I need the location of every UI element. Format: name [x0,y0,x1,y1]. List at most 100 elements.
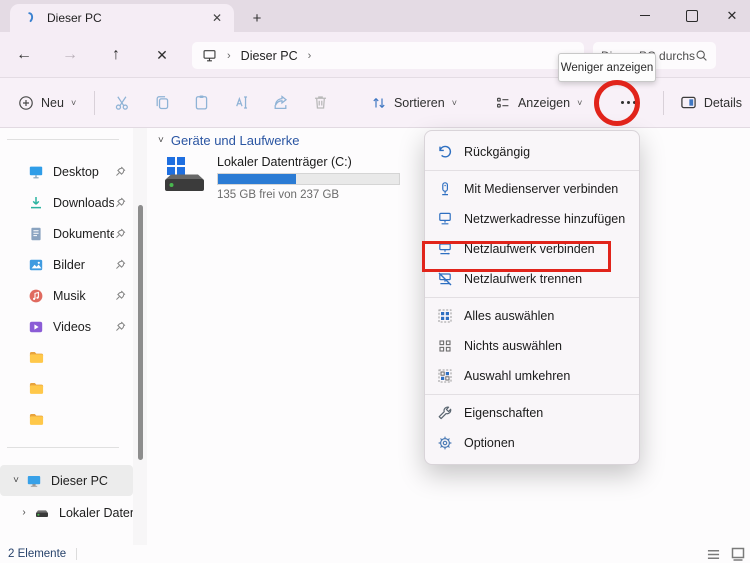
paste-icon [193,94,210,111]
properties-icon [437,405,453,421]
details-button[interactable]: Details [672,88,750,117]
details-button-label: Details [704,96,742,110]
view-button-label: Anzeigen [518,96,570,110]
minimize-button[interactable] [625,0,665,31]
menu-item-label: Eigenschaften [464,406,543,420]
sidebar-item-documents[interactable]: Dokumente [0,218,133,249]
menu-item-label: Netzlaufwerk trennen [464,272,582,286]
sidebar-item-label: Dieser PC [51,474,133,488]
menu-item-label: Mit Medienserver verbinden [464,182,618,196]
pin-icon [114,258,127,271]
more-button[interactable] [612,86,645,120]
pin-icon [114,196,127,209]
chevron-down-icon[interactable]: ˅ [8,475,24,486]
sidebar-item-folder[interactable] [0,373,133,404]
search-icon [695,49,708,62]
sort-button-label: Sortieren [394,96,445,110]
copy-button[interactable] [146,86,179,120]
rename-button[interactable] [225,86,258,120]
menu-item-options[interactable]: Optionen [425,428,639,458]
breadcrumb-root[interactable]: Dieser PC [241,49,298,63]
menu-item-add-network-address[interactable]: Netzwerkadresse hinzufügen [425,204,639,234]
list-view-icon[interactable] [706,548,721,561]
delete-button[interactable] [304,86,337,120]
sidebar-item-videos[interactable]: Videos [0,311,133,342]
cut-icon [114,94,131,111]
sidebar-item-local-disk[interactable]: › Lokaler Datent [0,497,133,528]
sort-button[interactable]: Sortieren ˅ [363,89,465,117]
menu-separator [425,297,639,298]
large-icons-view-icon[interactable] [730,547,746,561]
cut-button[interactable] [106,86,139,120]
address-bar[interactable]: › Dieser PC › [192,42,584,69]
sidebar-item-label: Videos [53,320,114,334]
paste-button[interactable] [185,86,218,120]
menu-item-map-network-drive[interactable]: Netzlaufwerk verbinden [425,234,639,264]
sidebar-item-folder[interactable] [0,404,133,435]
sidebar: Desktop Downloads Dokumente Bilder [0,128,133,545]
menu-item-properties[interactable]: Eigenschaften [425,398,639,428]
toolbar-divider [94,91,95,115]
menu-item-invert-selection[interactable]: Auswahl umkehren [425,361,639,391]
sidebar-scrollbar-thumb[interactable] [138,205,143,460]
tab-icon [24,11,38,25]
menu-item-media-server[interactable]: Mit Medienserver verbinden [425,174,639,204]
drive-usage-text: 135 GB frei von 237 GB [217,189,400,201]
status-divider [76,548,77,560]
share-button[interactable] [265,86,298,120]
sidebar-item-music[interactable]: Musik [0,280,133,311]
new-button[interactable]: Neu ˅ [10,89,84,117]
menu-separator [425,170,639,171]
delete-icon [312,94,329,111]
chevron-right-icon[interactable]: › [16,507,32,518]
sidebar-item-label: Dokumente [53,227,114,241]
desktop-icon [28,164,44,180]
details-pane-icon [680,94,697,111]
drive-icon [34,505,50,521]
view-button[interactable]: Anzeigen ˅ [487,89,590,117]
new-icon [18,95,34,111]
select-all-icon [437,308,453,324]
menu-item-disconnect-network-drive[interactable]: Netzlaufwerk trennen [425,264,639,294]
sidebar-item-folder[interactable] [0,342,133,373]
menu-item-label: Nichts auswählen [464,339,562,353]
pin-icon [114,320,127,333]
tooltip: Weniger anzeigen [558,53,656,82]
sidebar-item-this-pc[interactable]: ˅ Dieser PC [0,465,133,496]
explorer-tab[interactable]: Dieser PC ✕ [10,4,234,32]
chevron-down-icon: ˅ [158,135,164,146]
menu-item-undo[interactable]: Rückgängig [425,137,639,167]
sidebar-item-label: Downloads [53,196,114,210]
sidebar-item-label: Desktop [53,165,114,179]
back-button[interactable]: ← [10,42,38,68]
media-server-icon [437,181,453,197]
close-button[interactable]: ✕ [712,0,750,31]
up-button[interactable]: ↑ [102,42,130,68]
section-header[interactable]: ˅ Geräte und Laufwerke [158,133,299,148]
folder-icon [28,380,45,397]
pin-icon [114,289,127,302]
folder-icon [28,411,45,428]
tab-title: Dieser PC [47,11,208,25]
this-pc-icon [202,48,217,63]
tab-close-icon[interactable]: ✕ [208,9,226,27]
disconnect-network-drive-icon [437,271,453,287]
maximize-button[interactable] [672,0,712,31]
view-icon [495,95,511,111]
new-tab-button[interactable]: + [246,8,268,28]
sidebar-item-pictures[interactable]: Bilder [0,249,133,280]
sidebar-item-downloads[interactable]: Downloads [0,187,133,218]
forward-button[interactable]: → [56,42,84,68]
sidebar-divider [7,139,119,140]
videos-icon [28,319,44,335]
menu-item-label: Optionen [464,436,515,450]
stop-button[interactable]: ✕ [148,42,176,68]
menu-item-select-none[interactable]: Nichts auswählen [425,331,639,361]
sidebar-item-desktop[interactable]: Desktop [0,156,133,187]
drive-item[interactable]: Lokaler Datenträger (C:) 135 GB frei von… [162,155,400,201]
menu-item-select-all[interactable]: Alles auswählen [425,301,639,331]
minimize-icon [640,15,650,16]
menu-item-label: Netzlaufwerk verbinden [464,242,595,256]
downloads-icon [28,195,44,211]
map-network-drive-icon [437,241,453,257]
